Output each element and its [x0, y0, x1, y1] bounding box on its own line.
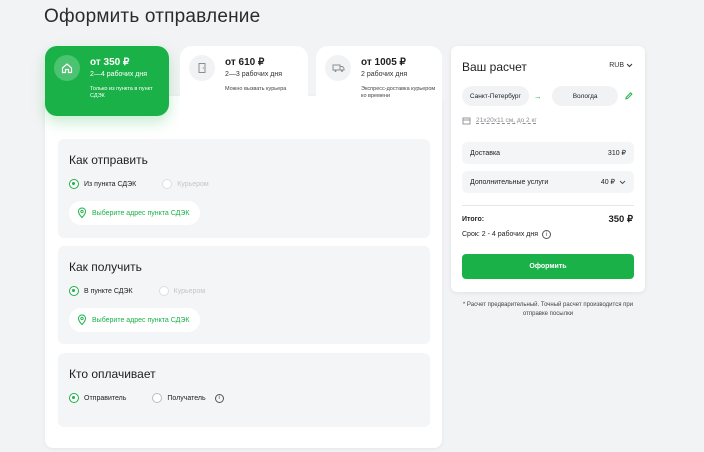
total-label: Итого: — [462, 216, 485, 223]
map-pin-icon — [77, 314, 87, 326]
line-amount: 40 ₽ — [600, 179, 615, 186]
payer-options: Отправитель Получатель i — [69, 393, 224, 403]
line-label: Дополнительные услуги — [470, 178, 549, 186]
payer-section: Кто оплачивает Отправитель Получатель i — [58, 353, 430, 427]
radio-payer-sender[interactable]: Отправитель — [69, 393, 126, 403]
tab-days: 2—4 рабочих дня — [90, 71, 148, 78]
truck-icon — [325, 55, 351, 81]
disclaimer-text: * Расчет предварительный. Точный расчет … — [462, 302, 634, 317]
send-method-options: Из пункта СДЭК Курьером — [69, 179, 209, 189]
tab-note: Только из пункта в пункт СДЭК — [90, 86, 153, 99]
send-method-section: Как отправить Из пункта СДЭК Курьером Вы… — [58, 139, 430, 238]
section-title: Как отправить — [69, 153, 148, 167]
radio-payer-receiver[interactable]: Получатель i — [152, 393, 224, 403]
from-city[interactable]: Санкт-Петербург — [462, 86, 529, 106]
delivery-cost-row: Доставка 310 ₽ — [462, 142, 634, 164]
button-label: Выберите адрес пункта СДЭК — [92, 209, 190, 217]
home-icon — [54, 55, 80, 81]
section-title: Как получить — [69, 260, 142, 274]
radio-label: Курьером — [177, 180, 209, 188]
tariff-tab-door[interactable]: от 610 ₽ 2—3 рабочих дня Можно вызвать к… — [180, 46, 308, 116]
choose-send-point-button[interactable]: Выберите адрес пункта СДЭК — [69, 201, 200, 225]
summary-title: Ваш расчет — [462, 60, 527, 74]
term-text: Срок: 2 - 4 рабочих дня — [462, 231, 539, 238]
radio-label: Из пункта СДЭК — [84, 180, 137, 188]
door-icon — [189, 55, 215, 81]
radio-send-courier: Курьером — [162, 179, 209, 189]
package-size: 21х20х11 см, до 2 кг — [476, 117, 537, 124]
info-icon[interactable]: i — [214, 393, 224, 403]
to-city[interactable]: Вологда — [551, 86, 619, 106]
chevron-down-icon — [626, 63, 633, 68]
radio-receive-pickup-point[interactable]: В пункте СДЭК — [69, 286, 133, 296]
currency-select[interactable]: RUB — [609, 62, 633, 69]
radio-dot — [158, 286, 169, 296]
route-row: Санкт-Петербург → Вологда — [462, 86, 634, 106]
tab-price: от 610 ₽ — [225, 57, 265, 68]
tab-price: от 350 ₽ — [90, 57, 130, 68]
map-pin-icon — [77, 207, 87, 219]
tab-note: Экспресс-доставка курьером ко времени — [361, 86, 436, 99]
tab-days: 2 рабочих дня — [361, 71, 408, 78]
tab-note: Можно вызвать курьера — [225, 86, 287, 92]
extra-services-row[interactable]: Дополнительные услуги 40 ₽ — [462, 171, 634, 193]
tab-days: 2—3 рабочих дня — [225, 71, 283, 78]
pencil-edit-icon[interactable] — [624, 91, 634, 101]
radio-dot[interactable] — [69, 393, 79, 403]
package-size-row[interactable]: 21х20х11 см, до 2 кг — [462, 116, 537, 125]
radio-label: Получатель — [167, 394, 206, 402]
order-button[interactable]: Оформить — [462, 254, 634, 279]
tariff-tab-express[interactable]: от 1005 ₽ 2 рабочих дня Экспресс-доставк… — [316, 46, 442, 116]
radio-dot[interactable] — [152, 393, 163, 403]
section-title: Кто оплачивает — [69, 367, 156, 381]
line-amount: 310 ₽ — [607, 150, 626, 157]
total-value: 350 ₽ — [608, 214, 633, 225]
currency-value: RUB — [609, 62, 624, 69]
divider — [462, 205, 634, 206]
radio-send-pickup-point[interactable]: Из пункта СДЭК — [69, 179, 136, 189]
radio-label: В пункте СДЭК — [84, 287, 133, 295]
arrow-right-icon: → — [533, 91, 542, 101]
delivery-term: Срок: 2 - 4 рабочих дня i — [462, 230, 552, 239]
radio-dot[interactable] — [69, 179, 79, 189]
info-icon[interactable]: i — [542, 230, 552, 239]
page-title: Оформить отправление — [44, 6, 261, 27]
receive-method-options: В пункте СДЭК Курьером — [69, 286, 205, 296]
tariff-tab-pickup-point[interactable]: от 350 ₽ 2—4 рабочих дня Только из пункт… — [45, 46, 169, 116]
choose-receive-point-button[interactable]: Выберите адрес пункта СДЭК — [69, 308, 200, 332]
radio-dot[interactable] — [69, 286, 79, 296]
chevron-down-icon — [619, 180, 626, 184]
calculation-summary-card: Ваш расчет RUB Санкт-Петербург → Вологда… — [451, 46, 645, 292]
radio-dot — [162, 179, 173, 189]
button-label: Выберите адрес пункта СДЭК — [92, 316, 190, 324]
radio-receive-courier: Курьером — [158, 286, 206, 296]
tab-price: от 1005 ₽ — [361, 57, 406, 68]
line-label: Доставка — [470, 149, 501, 157]
radio-label: Отправитель — [84, 394, 127, 402]
radio-label: Курьером — [173, 287, 206, 295]
receive-method-section: Как получить В пункте СДЭК Курьером Выбе… — [58, 246, 430, 344]
package-icon — [462, 117, 471, 125]
